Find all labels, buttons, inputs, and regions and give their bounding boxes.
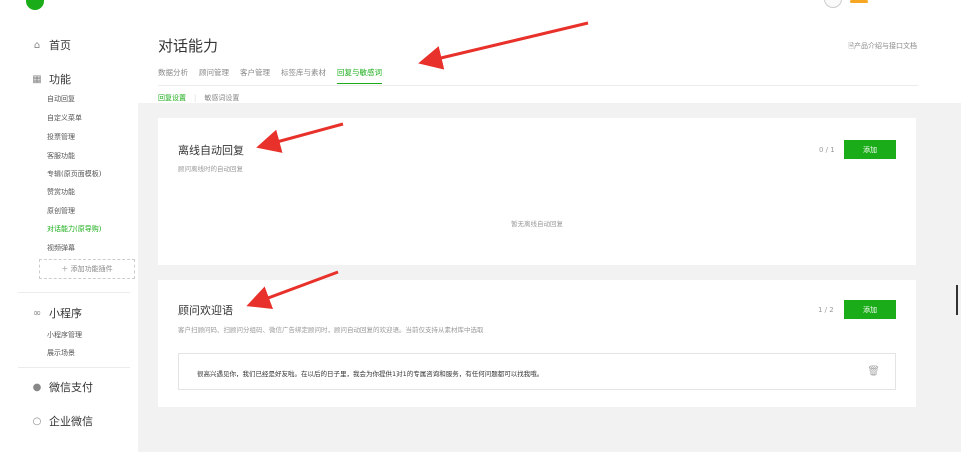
sidebar-item-work-wechat[interactable]: ○ 企业微信 bbox=[31, 413, 93, 429]
sidebar-item-dialog[interactable]: 对话能力(原导购) bbox=[47, 224, 101, 234]
offline-empty-text: 暂无离线自动回复 bbox=[511, 220, 563, 228]
top-bar bbox=[0, 0, 961, 13]
tab-reply-sensitive[interactable]: 回复与敏感词 bbox=[337, 67, 382, 84]
welcome-add-button[interactable]: 添加 bbox=[844, 300, 896, 319]
sidebar-features-label: 功能 bbox=[49, 73, 71, 86]
subtab-bar: 回复设置 | 敏感词设置 bbox=[158, 93, 239, 103]
sidebar-item-miniprogram-manage[interactable]: 小程序管理 bbox=[47, 330, 82, 340]
sidebar-item-auto-reply[interactable]: 自动回复 bbox=[47, 94, 75, 104]
sidebar-item-home[interactable]: ⌂ 首页 bbox=[31, 37, 71, 53]
sidebar-work-wechat-label: 企业微信 bbox=[49, 415, 93, 428]
wechat-logo-icon[interactable] bbox=[26, 0, 44, 10]
tab-tags-materials[interactable]: 标签库与素材 bbox=[281, 67, 326, 84]
sidebar-item-danmaku[interactable]: 视频弹幕 bbox=[47, 243, 75, 253]
sidebar-divider bbox=[18, 292, 130, 293]
doc-link-label: 产品介绍与接口文档 bbox=[854, 42, 917, 50]
avatar[interactable] bbox=[824, 0, 842, 8]
welcome-card-desc: 客户扫顾问码、扫顾问分组码、微信广告绑定顾问时，顾问自动回复的欢迎语。当前仅支持… bbox=[178, 326, 484, 334]
sidebar-item-vote[interactable]: 投票管理 bbox=[47, 132, 75, 142]
sidebar-item-features[interactable]: ▦ 功能 bbox=[31, 71, 71, 87]
sidebar-item-miniprogram[interactable]: ∞ 小程序 bbox=[31, 305, 82, 321]
link-icon: ∞ bbox=[32, 307, 42, 319]
tab-bar: 数据分析 顾问管理 客户管理 标签库与素材 回复与敏感词 bbox=[158, 67, 382, 84]
offline-card-title: 离线自动回复 bbox=[178, 144, 244, 157]
doc-link[interactable]: 🗎产品介绍与接口文档 bbox=[848, 41, 917, 53]
greeting-item: 很高兴遇见你，我们已经是好友啦。在以后的日子里，我会为你提供1对1的专属咨询和服… bbox=[178, 353, 896, 390]
tabs-divider bbox=[158, 85, 918, 86]
subtab-sensitive-settings[interactable]: 敏感词设置 bbox=[204, 93, 239, 103]
sidebar-item-album[interactable]: 专辑(原页面模板) bbox=[47, 169, 101, 179]
add-plugin-button[interactable]: ＋ 添加功能插件 bbox=[39, 259, 135, 279]
trash-icon[interactable]: 🗑 bbox=[867, 366, 880, 377]
tab-customer-manage[interactable]: 客户管理 bbox=[240, 67, 270, 84]
sidebar: ⌂ 首页 ▦ 功能 自动回复 自定义菜单 投票管理 客服功能 专辑(原页面模板)… bbox=[0, 13, 138, 452]
sidebar-item-original[interactable]: 原创管理 bbox=[47, 206, 75, 216]
greeting-text: 很高兴遇见你，我们已经是好友啦。在以后的日子里，我会为你提供1对1的专属咨询和服… bbox=[197, 370, 544, 378]
sidebar-home-label: 首页 bbox=[49, 39, 71, 52]
work-wechat-icon: ○ bbox=[32, 415, 42, 427]
offline-add-button[interactable]: 添加 bbox=[844, 140, 896, 159]
sidebar-item-scenes[interactable]: 展示场景 bbox=[47, 348, 75, 358]
sidebar-wechat-pay-label: 微信支付 bbox=[49, 381, 93, 394]
offline-reply-card: 离线自动回复 顾问离线时的自动回复 0 / 1 添加 暂无离线自动回复 bbox=[158, 118, 916, 265]
sidebar-item-customer-service[interactable]: 客服功能 bbox=[47, 151, 75, 161]
sidebar-item-reward[interactable]: 赞赏功能 bbox=[47, 187, 75, 197]
wechat-pay-icon: ● bbox=[32, 381, 42, 393]
sidebar-item-custom-menu[interactable]: 自定义菜单 bbox=[47, 113, 82, 123]
subtab-separator: | bbox=[194, 94, 197, 102]
welcome-message-card: 顾问欢迎语 客户扫顾问码、扫顾问分组码、微信广告绑定顾问时，顾问自动回复的欢迎语… bbox=[158, 280, 916, 407]
welcome-card-title: 顾问欢迎语 bbox=[178, 304, 233, 317]
sidebar-miniprogram-label: 小程序 bbox=[49, 307, 82, 320]
grid-icon: ▦ bbox=[32, 73, 42, 85]
offline-card-count: 0 / 1 bbox=[819, 146, 835, 154]
scrollbar[interactable] bbox=[956, 285, 958, 315]
home-icon: ⌂ bbox=[33, 39, 41, 51]
offline-card-desc: 顾问离线时的自动回复 bbox=[178, 165, 243, 173]
tab-advisor-manage[interactable]: 顾问管理 bbox=[199, 67, 229, 84]
subtab-reply-settings[interactable]: 回复设置 bbox=[158, 93, 186, 103]
account-badge bbox=[850, 0, 868, 3]
sidebar-item-wechat-pay[interactable]: ● 微信支付 bbox=[31, 379, 93, 395]
sidebar-divider bbox=[18, 367, 130, 368]
tab-data-analysis[interactable]: 数据分析 bbox=[158, 67, 188, 84]
page-title: 对话能力 bbox=[158, 37, 219, 55]
welcome-card-count: 1 / 2 bbox=[818, 306, 834, 314]
